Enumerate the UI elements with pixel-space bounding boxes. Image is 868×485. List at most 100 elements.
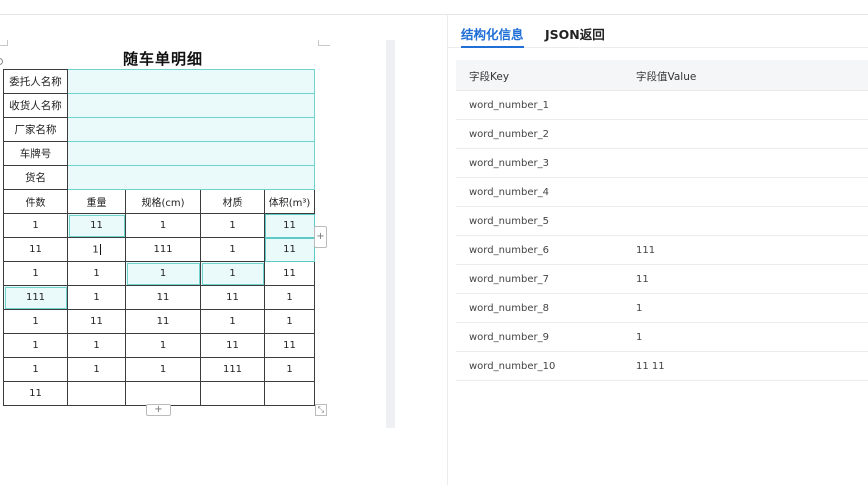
table-cell[interactable]: 11: [67, 213, 126, 238]
table-row: word_number_8 1: [456, 294, 868, 323]
table-cell[interactable]: 1: [200, 237, 265, 262]
field-key: word_number_5: [469, 216, 549, 227]
info-row: 车牌号: [3, 141, 315, 166]
table-cell[interactable]: 1: [3, 333, 68, 358]
table-cell-editing[interactable]: 1: [67, 237, 126, 262]
table-cell[interactable]: 1: [67, 357, 126, 382]
field-value: 11: [636, 274, 649, 285]
table-cell[interactable]: [264, 381, 315, 406]
table-cell[interactable]: 1: [200, 261, 265, 286]
table-cell[interactable]: 1: [67, 261, 126, 286]
field-key: word_number_2: [469, 129, 549, 140]
table-row: 11: [3, 381, 315, 406]
info-label: 车牌号: [3, 141, 68, 166]
table-row: 1 1 1 1 11: [3, 261, 315, 286]
table-row: word_number_6 111: [456, 236, 868, 265]
info-value-cell[interactable]: [67, 69, 315, 94]
info-row: 委托人名称: [3, 69, 315, 94]
field-key: word_number_6: [469, 245, 549, 256]
table-cell[interactable]: 1: [264, 309, 315, 334]
table-cell[interactable]: 1: [3, 261, 68, 286]
header-key: 字段Key: [469, 71, 510, 83]
table-row: 1 1 1 111 1: [3, 357, 315, 382]
field-value: 111: [636, 245, 656, 256]
field-key: word_number_1: [469, 100, 549, 111]
text-caret: [99, 243, 101, 255]
table-cell[interactable]: 11: [200, 285, 265, 310]
table-cell[interactable]: 1: [3, 213, 68, 238]
table-cell[interactable]: 111: [3, 285, 68, 310]
results-panel: 结构化信息 JSON返回 字段Key 字段值Value word_number_…: [447, 14, 868, 485]
table-cell[interactable]: 11: [264, 261, 315, 286]
table-cell[interactable]: 111: [125, 237, 201, 262]
table-row: word_number_9 1: [456, 323, 868, 352]
field-key: word_number_4: [469, 187, 549, 198]
table-cell[interactable]: 1: [3, 309, 68, 334]
table-cell[interactable]: [67, 381, 126, 406]
table-cell[interactable]: 1: [125, 333, 201, 358]
table-cell[interactable]: 111: [200, 357, 265, 382]
table-row: 1 1 1 11 11: [3, 333, 315, 358]
table-cell[interactable]: 11: [125, 309, 201, 334]
info-label: 货名: [3, 165, 68, 190]
table-row: word_number_4: [456, 178, 868, 207]
table-cell[interactable]: 11: [3, 381, 68, 406]
field-value-table: 字段Key 字段值Value word_number_1 word_number…: [456, 60, 868, 381]
pane-splitter[interactable]: [386, 40, 395, 428]
field-key: word_number_10: [469, 361, 556, 372]
info-value-cell[interactable]: [67, 117, 315, 142]
info-value-cell[interactable]: [67, 93, 315, 118]
table-row: word_number_3: [456, 149, 868, 178]
add-row-button[interactable]: +: [146, 404, 171, 416]
table-row: 1 11 11 1 1: [3, 309, 315, 334]
field-key: word_number_7: [469, 274, 549, 285]
table-cell[interactable]: 11: [264, 213, 315, 238]
table-row: word_number_5: [456, 207, 868, 236]
table-row: word_number_10 11 11: [456, 352, 868, 381]
info-value-cell[interactable]: [67, 141, 315, 166]
table-cell[interactable]: [200, 381, 265, 406]
table-cell[interactable]: 1: [3, 357, 68, 382]
delivery-form-table[interactable]: 委托人名称 收货人名称 厂家名称 车牌号 货名 件数 重量 规格(cm) 材质 …: [3, 69, 315, 406]
column-header: 重量: [67, 189, 126, 214]
page-corner-marker: [318, 40, 330, 46]
table-row: 1 11 1 1 11: [3, 213, 315, 238]
table-cell[interactable]: 1: [200, 213, 265, 238]
table-cell[interactable]: 1: [264, 357, 315, 382]
table-cell[interactable]: [125, 381, 201, 406]
table-cell[interactable]: 1: [125, 213, 201, 238]
table-cell[interactable]: 1: [67, 333, 126, 358]
table-cell[interactable]: 11: [3, 237, 68, 262]
header-value: 字段值Value: [636, 71, 697, 83]
table-cell[interactable]: 1: [125, 357, 201, 382]
table-header-row: 件数 重量 规格(cm) 材质 体积(m³): [3, 189, 315, 214]
add-column-button[interactable]: +: [314, 226, 327, 248]
info-value-cell[interactable]: [67, 165, 315, 190]
tab-structured-info[interactable]: 结构化信息: [461, 24, 524, 48]
field-key: word_number_9: [469, 332, 549, 343]
table-cell[interactable]: 11: [125, 285, 201, 310]
table-cell[interactable]: 11: [200, 333, 265, 358]
table-cell[interactable]: 1: [264, 285, 315, 310]
table-header: 字段Key 字段值Value: [456, 60, 868, 91]
resize-icon[interactable]: ⤡: [315, 404, 327, 416]
field-value: 11 11: [636, 361, 665, 372]
table-row: 111 1 11 11 1: [3, 285, 315, 310]
table-cell[interactable]: 1: [125, 261, 201, 286]
column-header: 件数: [3, 189, 68, 214]
info-label: 收货人名称: [3, 93, 68, 118]
page-corner-marker: [0, 40, 8, 46]
table-cell[interactable]: 1: [67, 285, 126, 310]
info-label: 厂家名称: [3, 117, 68, 142]
table-cell[interactable]: 1: [92, 244, 98, 255]
table-cell[interactable]: 1: [200, 309, 265, 334]
table-cell[interactable]: 11: [67, 309, 126, 334]
result-tabs: 结构化信息 JSON返回: [448, 14, 868, 48]
info-row: 货名: [3, 165, 315, 190]
table-row: word_number_2: [456, 120, 868, 149]
table-cell[interactable]: 11: [264, 237, 315, 262]
table-cell[interactable]: 11: [264, 333, 315, 358]
tab-json-response[interactable]: JSON返回: [545, 24, 605, 48]
document-title: 随车单明细: [122, 50, 203, 68]
info-label: 委托人名称: [3, 69, 68, 94]
